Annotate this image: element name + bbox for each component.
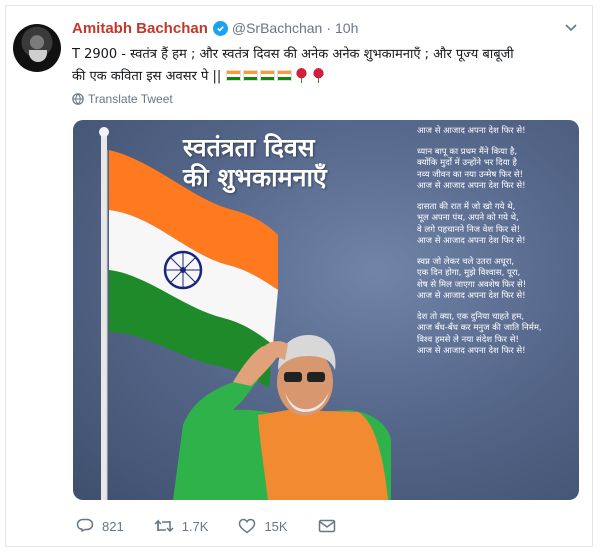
retweet-icon	[154, 519, 174, 533]
reply-count: 821	[102, 518, 124, 534]
pole-top	[99, 127, 109, 137]
flag-emoji	[243, 70, 259, 81]
tweet-text-line-2-wrap: की एक कविता इस अवसर पे ||	[72, 66, 577, 88]
flag-emoji	[277, 70, 293, 81]
poem-line: दासता की रात में जो खो गये थे,	[417, 201, 516, 212]
tweet-timestamp[interactable]: 10h	[335, 20, 358, 36]
poem-line: आज से आजाद अपना देश फिर से!	[417, 126, 526, 136]
tweet-header: Amitabh Bachchan @SrBachchan · 10h	[72, 18, 358, 38]
poem-line: देश तो क्या, एक दुनिया चाहते हम,	[417, 311, 524, 322]
like-button[interactable]: 15K	[238, 518, 288, 534]
tweet-text-line-1: T 2900 - स्वतंत्र हैं हम ; और स्वतंत्र द…	[72, 47, 514, 62]
flag-emoji	[226, 70, 242, 81]
poem-line: विश्व हमसे ले नया संदेश फिर से!	[417, 334, 519, 345]
tweet-text-line-2: की एक कविता इस अवसर पे ||	[72, 69, 222, 84]
poem-line: आज से आजाद अपना देश फिर से!	[417, 236, 526, 246]
verified-badge-icon	[212, 20, 228, 36]
tweet-image[interactable]: स्वतंत्रता दिवस की शुभकामनाएँ आज से आजाद…	[73, 120, 579, 500]
author-handle[interactable]: @SrBachchan	[232, 20, 322, 36]
rose-emoji	[296, 68, 308, 83]
tweet-card: Amitabh Bachchan @SrBachchan · 10h T 290…	[5, 5, 593, 547]
tweet-actions: 821 1.7K 15K	[76, 516, 374, 536]
message-icon	[318, 519, 335, 533]
flag-pole	[101, 132, 107, 500]
rose-emoji	[313, 68, 325, 83]
poem-line: एक दिन होगा, मुझे विश्वास, पूरा,	[417, 268, 521, 278]
chevron-down-icon[interactable]	[564, 22, 578, 34]
globe-icon	[72, 93, 84, 105]
tweet-text: T 2900 - स्वतंत्र हैं हम ; और स्वतंत्र द…	[72, 44, 577, 88]
like-count: 15K	[264, 518, 288, 534]
separator-dot: ·	[326, 20, 332, 36]
poem-line: भूल अपना पंथ, अपने को गये थे,	[417, 213, 519, 223]
poem-line: नव्य जीवन का नया उन्मेष फिर से!	[417, 169, 524, 180]
poem-line: ध्यान बापू का प्रथम मैंने किया है,	[417, 146, 518, 157]
poem-line: शेष से मिल जाएगा अवशेष फिर से!	[417, 279, 527, 290]
poem-line: क्योंकि मुर्दों में उन्होंने भर दिया है	[417, 158, 517, 168]
poem-line: आज से आजाद अपना देश फिर से!	[417, 346, 526, 356]
reply-button[interactable]: 821	[76, 518, 124, 534]
poem-line: वे लगे पहचानने निज वेश फिर से!	[417, 224, 520, 235]
poem-line: आज से आजाद अपना देश फिर से!	[417, 291, 526, 301]
translate-label: Translate Tweet	[88, 92, 173, 106]
poem-line: आज बँध-बँध कर मनुज की जाति निर्मम,	[417, 323, 542, 333]
image-title-line-1: स्वतंत्रता दिवस	[183, 133, 315, 162]
avatar[interactable]	[13, 24, 61, 72]
reply-icon	[76, 518, 94, 532]
poem-text: आज से आजाद अपना देश फिर से! ध्यान बापू क…	[417, 126, 575, 358]
translate-tweet-link[interactable]: Translate Tweet	[72, 92, 173, 106]
poem-line: स्वप्न जो लेकर चले उतरा अधूरा,	[417, 256, 515, 267]
image-title-line-2: की शुभकामनाएँ	[183, 163, 327, 192]
direct-message-button[interactable]	[318, 519, 344, 533]
retweet-button[interactable]: 1.7K	[154, 518, 209, 534]
poem-line: आज से आजाद अपना देश फिर से!	[417, 181, 526, 191]
flag-emoji	[260, 70, 276, 81]
author-name[interactable]: Amitabh Bachchan	[72, 20, 208, 37]
retweet-count: 1.7K	[181, 518, 209, 534]
like-icon	[239, 518, 256, 534]
